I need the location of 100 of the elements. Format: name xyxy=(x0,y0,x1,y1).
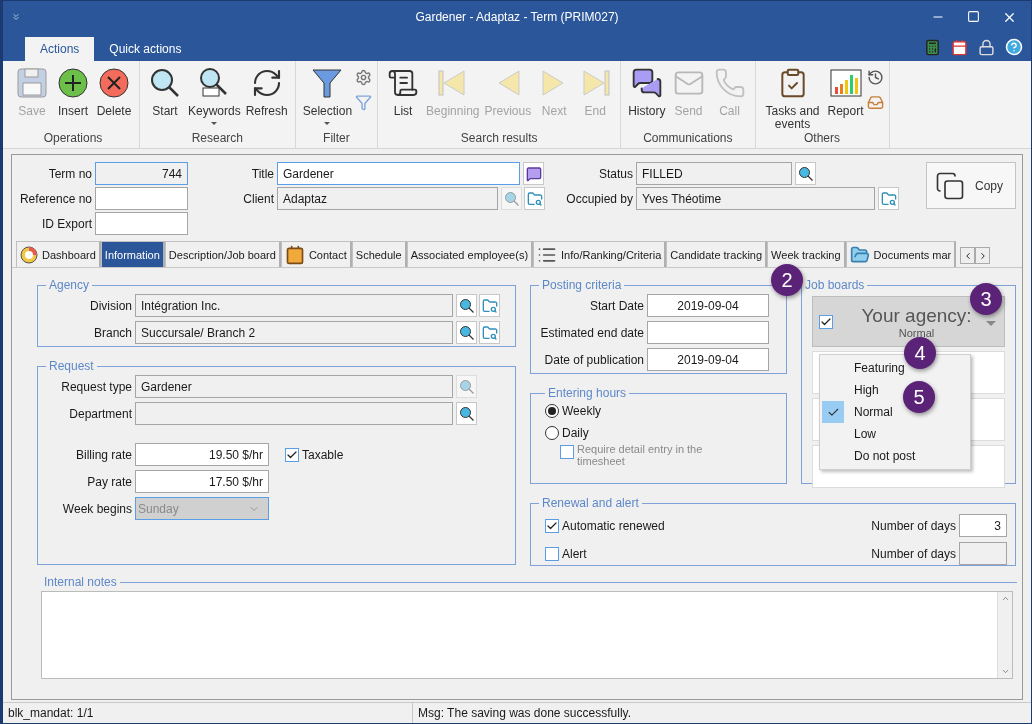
folder-button[interactable] xyxy=(878,187,899,210)
menu-item[interactable]: Featuring xyxy=(854,361,905,375)
group-label: Filter xyxy=(322,131,351,147)
group-title: Entering hours xyxy=(547,386,628,400)
radio-button[interactable] xyxy=(545,426,559,440)
input-field[interactable]: Gardener xyxy=(277,162,520,185)
radio-button[interactable] xyxy=(545,404,559,418)
group-label: Research xyxy=(190,131,245,147)
scrollbar[interactable] xyxy=(997,592,1012,678)
field-label: Title xyxy=(250,166,274,181)
ribbon-tab[interactable]: Quick actions xyxy=(94,37,197,61)
search-icon xyxy=(458,324,475,341)
tab[interactable]: Information xyxy=(100,241,165,267)
folder-button[interactable] xyxy=(479,294,500,317)
menu-item[interactable]: Do not post xyxy=(854,449,916,463)
checkbox[interactable] xyxy=(285,447,299,462)
input-field[interactable]: Succursale/ Branch 2 xyxy=(135,321,453,344)
gauge-icon xyxy=(20,245,38,264)
search-icon xyxy=(503,190,520,207)
input-field[interactable] xyxy=(135,402,453,425)
tab[interactable]: Associated employee(s) xyxy=(406,241,534,267)
input-field[interactable]: 3 xyxy=(959,514,1007,537)
agency-name: Your agency: xyxy=(861,304,972,327)
copy-button[interactable]: Copy xyxy=(926,162,1016,209)
tab[interactable]: Info/Ranking/Criteria xyxy=(533,241,667,267)
keywords-button[interactable]: Keywords xyxy=(186,67,243,125)
folder-search-icon xyxy=(481,297,498,314)
tab[interactable]: Dashboard xyxy=(16,241,101,267)
scroll-icon xyxy=(387,67,420,99)
scroll-down-icon[interactable] xyxy=(1000,667,1010,676)
menu-item[interactable]: Low xyxy=(854,427,876,441)
insert-button[interactable]: Insert xyxy=(53,67,93,118)
input-field[interactable]: Gardener xyxy=(135,375,453,398)
refresh-button[interactable]: Refresh xyxy=(243,67,290,118)
folder-search-icon xyxy=(880,190,897,207)
input-field[interactable] xyxy=(95,187,188,210)
tab[interactable]: Candidate tracking xyxy=(666,241,768,267)
checkbox[interactable] xyxy=(819,314,833,329)
input-field[interactable]: Adaptaz xyxy=(277,187,498,210)
input-field[interactable]: 2019-09-04 xyxy=(647,348,769,371)
input-field[interactable]: Yves Théotime xyxy=(636,187,875,210)
input-field[interactable]: 17.50 $/hr xyxy=(135,470,269,493)
status-text: blk_mandat: 1/1 xyxy=(3,703,413,723)
ribbon-tab[interactable]: Actions xyxy=(25,37,95,61)
folder-button[interactable] xyxy=(524,187,545,210)
input-field[interactable] xyxy=(95,212,188,235)
selection-button[interactable]: Selection xyxy=(300,67,355,125)
radio-label: Weekly xyxy=(562,404,602,418)
checkbox-label: Taxable xyxy=(302,447,344,462)
report-button[interactable]: Report xyxy=(825,67,866,118)
folder-button[interactable] xyxy=(479,321,500,344)
input-field[interactable]: Intégration Inc. xyxy=(135,294,453,317)
gear-icon[interactable] xyxy=(355,69,373,86)
tasks-button[interactable]: Tasks and events xyxy=(760,67,825,131)
field-label: Department xyxy=(68,406,132,421)
search-button[interactable] xyxy=(456,294,477,317)
menu-item[interactable]: High xyxy=(854,383,879,397)
copy-icon xyxy=(935,170,965,201)
scroll-right-button[interactable] xyxy=(975,247,991,264)
plus-icon xyxy=(57,67,89,99)
notes-field[interactable] xyxy=(41,591,1013,679)
help-icon[interactable] xyxy=(1005,38,1023,56)
field-label: Date of publication xyxy=(543,352,644,367)
calculator-icon[interactable] xyxy=(924,38,941,56)
tab[interactable]: Description/Job board xyxy=(164,241,281,267)
input-field[interactable]: FILLED xyxy=(636,162,792,185)
calendar-icon[interactable] xyxy=(951,38,968,56)
note-button[interactable] xyxy=(523,162,544,185)
search-button[interactable] xyxy=(456,321,477,344)
tab[interactable]: Documents mar xyxy=(845,241,957,267)
history-button[interactable]: History xyxy=(626,67,668,118)
list-button[interactable]: List xyxy=(383,67,424,118)
start-button[interactable]: Start xyxy=(145,67,185,118)
maximize-icon[interactable] xyxy=(967,9,980,23)
group-title: Posting criteria xyxy=(541,278,623,292)
tab[interactable]: Schedule xyxy=(351,241,407,267)
x-icon xyxy=(98,67,130,99)
input-field[interactable]: 19.50 $/hr xyxy=(135,443,269,466)
menu-item[interactable]: Normal xyxy=(854,405,893,419)
search-button[interactable] xyxy=(456,402,477,425)
scroll-left-button[interactable] xyxy=(960,247,976,264)
scroll-up-icon[interactable] xyxy=(1000,594,1010,603)
inbox-icon[interactable] xyxy=(866,94,884,111)
clock-icon[interactable] xyxy=(866,69,884,86)
tab[interactable]: Week tracking xyxy=(767,241,846,267)
checkbox-label: Automatic renewed xyxy=(562,518,665,533)
delete-button[interactable]: Delete xyxy=(94,67,134,118)
input-field[interactable]: 744 xyxy=(95,162,188,185)
search-icon xyxy=(458,405,475,422)
group-label: Others xyxy=(803,131,842,147)
lock-icon[interactable] xyxy=(978,38,995,56)
group-label: Operations xyxy=(42,131,104,147)
quick-access-icon[interactable] xyxy=(11,12,21,22)
priority-label: Normal xyxy=(898,326,935,339)
checkbox[interactable] xyxy=(545,518,559,533)
input-field[interactable] xyxy=(647,321,769,344)
input-field[interactable]: 2019-09-04 xyxy=(647,294,769,317)
tab[interactable]: Contact xyxy=(280,241,352,267)
search-button[interactable] xyxy=(795,162,816,185)
funnel-icon[interactable] xyxy=(355,94,373,111)
